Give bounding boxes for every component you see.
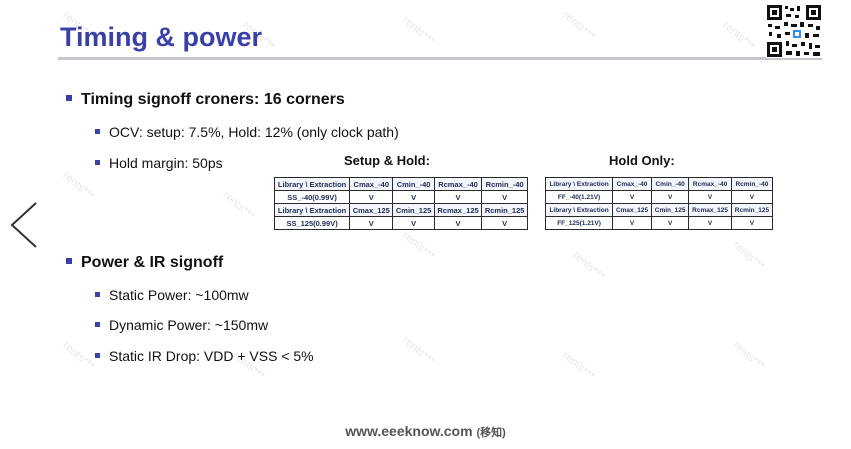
power-item-ir-drop: Static IR Drop: VDD + VSS < 5%	[95, 348, 314, 364]
table-cell: V	[481, 190, 528, 204]
table-cell: V	[730, 190, 774, 204]
timing-item-ocv: OCV: setup: 7.5%, Hold: 12% (only clock …	[95, 124, 399, 140]
table-row: Library \ Extraction Cmax_-40 Cmin_-40 R…	[544, 177, 774, 191]
table-cell: Cmax_125	[612, 203, 652, 217]
table-cell: V	[688, 216, 732, 230]
table-cell: V	[730, 216, 774, 230]
table-cell: Cmax_125	[349, 203, 394, 217]
power-heading: Power & IR signoff	[66, 254, 223, 272]
footer-site: www.eeeknow.com	[345, 423, 473, 439]
table-cell: V	[612, 216, 652, 230]
table-cell: V	[433, 216, 483, 230]
table-cell: Cmin_125	[392, 203, 435, 217]
timing-heading: Timing signoff croners: 16 corners	[66, 91, 345, 109]
table-cell: Library \ Extraction	[544, 203, 614, 217]
table-cell: SS_125(0.99V)	[273, 216, 351, 230]
table-cell: Rcmax_-40	[433, 177, 483, 191]
table-cell: V	[349, 190, 394, 204]
qr-code-icon	[766, 4, 822, 58]
table-row: SS_125(0.99V) V V V V	[273, 216, 528, 230]
table-cell: V	[481, 216, 528, 230]
table-row: Library \ Extraction Cmax_125 Cmin_125 R…	[273, 203, 528, 217]
table-row: Library \ Extraction Cmax_-40 Cmin_-40 R…	[273, 177, 528, 191]
table-cell: V	[612, 190, 652, 204]
table-cell: Cmin_-40	[650, 177, 690, 191]
table-cell: V	[349, 216, 394, 230]
power-item-dynamic: Dynamic Power: ~150mw	[95, 317, 268, 333]
footer: www.eeeknow.com (移知)	[0, 423, 851, 440]
setup-hold-title: Setup & Hold:	[344, 153, 430, 168]
table-cell: Rcmax_125	[688, 203, 732, 217]
hold-only-table: Library \ Extraction Cmax_-40 Cmin_-40 R…	[544, 177, 774, 230]
footer-tag: (移知)	[476, 427, 506, 439]
table-cell: Cmin_125	[650, 203, 690, 217]
table-cell: Library \ Extraction	[544, 177, 614, 191]
table-cell: V	[392, 216, 435, 230]
table-row: Library \ Extraction Cmax_125 Cmin_125 R…	[544, 203, 774, 217]
table-cell: Library \ Extraction	[273, 177, 351, 191]
table-cell: V	[650, 216, 690, 230]
table-cell: Rcmax_-40	[688, 177, 732, 191]
title-divider	[58, 57, 822, 60]
table-row: FF_125(1.21V) V V V V	[544, 216, 774, 230]
table-cell: Rcmin_125	[730, 203, 774, 217]
table-cell: FF_-40(1.21V)	[544, 190, 614, 204]
table-cell: Cmin_-40	[392, 177, 435, 191]
timing-item-hold-margin: Hold margin: 50ps	[95, 155, 223, 171]
table-row: FF_-40(1.21V) V V V V	[544, 190, 774, 204]
hold-only-title: Hold Only:	[609, 153, 675, 168]
table-cell: SS_-40(0.99V)	[273, 190, 351, 204]
table-cell: V	[650, 190, 690, 204]
table-cell: V	[392, 190, 435, 204]
power-item-static: Static Power: ~100mw	[95, 287, 249, 303]
table-cell: Cmax_-40	[612, 177, 652, 191]
table-cell: Rcmin_-40	[481, 177, 528, 191]
table-cell: V	[433, 190, 483, 204]
chevron-left-icon[interactable]	[8, 200, 42, 250]
table-cell: Cmax_-40	[349, 177, 394, 191]
table-cell: V	[688, 190, 732, 204]
table-cell: FF_125(1.21V)	[544, 216, 614, 230]
table-row: SS_-40(0.99V) V V V V	[273, 190, 528, 204]
table-cell: Library \ Extraction	[273, 203, 351, 217]
table-cell: Rcmax_125	[433, 203, 483, 217]
slide-title: Timing & power	[60, 22, 263, 52]
table-cell: Rcmin_125	[481, 203, 528, 217]
setup-hold-table: Library \ Extraction Cmax_-40 Cmin_-40 R…	[273, 177, 528, 230]
table-cell: Rcmin_-40	[730, 177, 774, 191]
